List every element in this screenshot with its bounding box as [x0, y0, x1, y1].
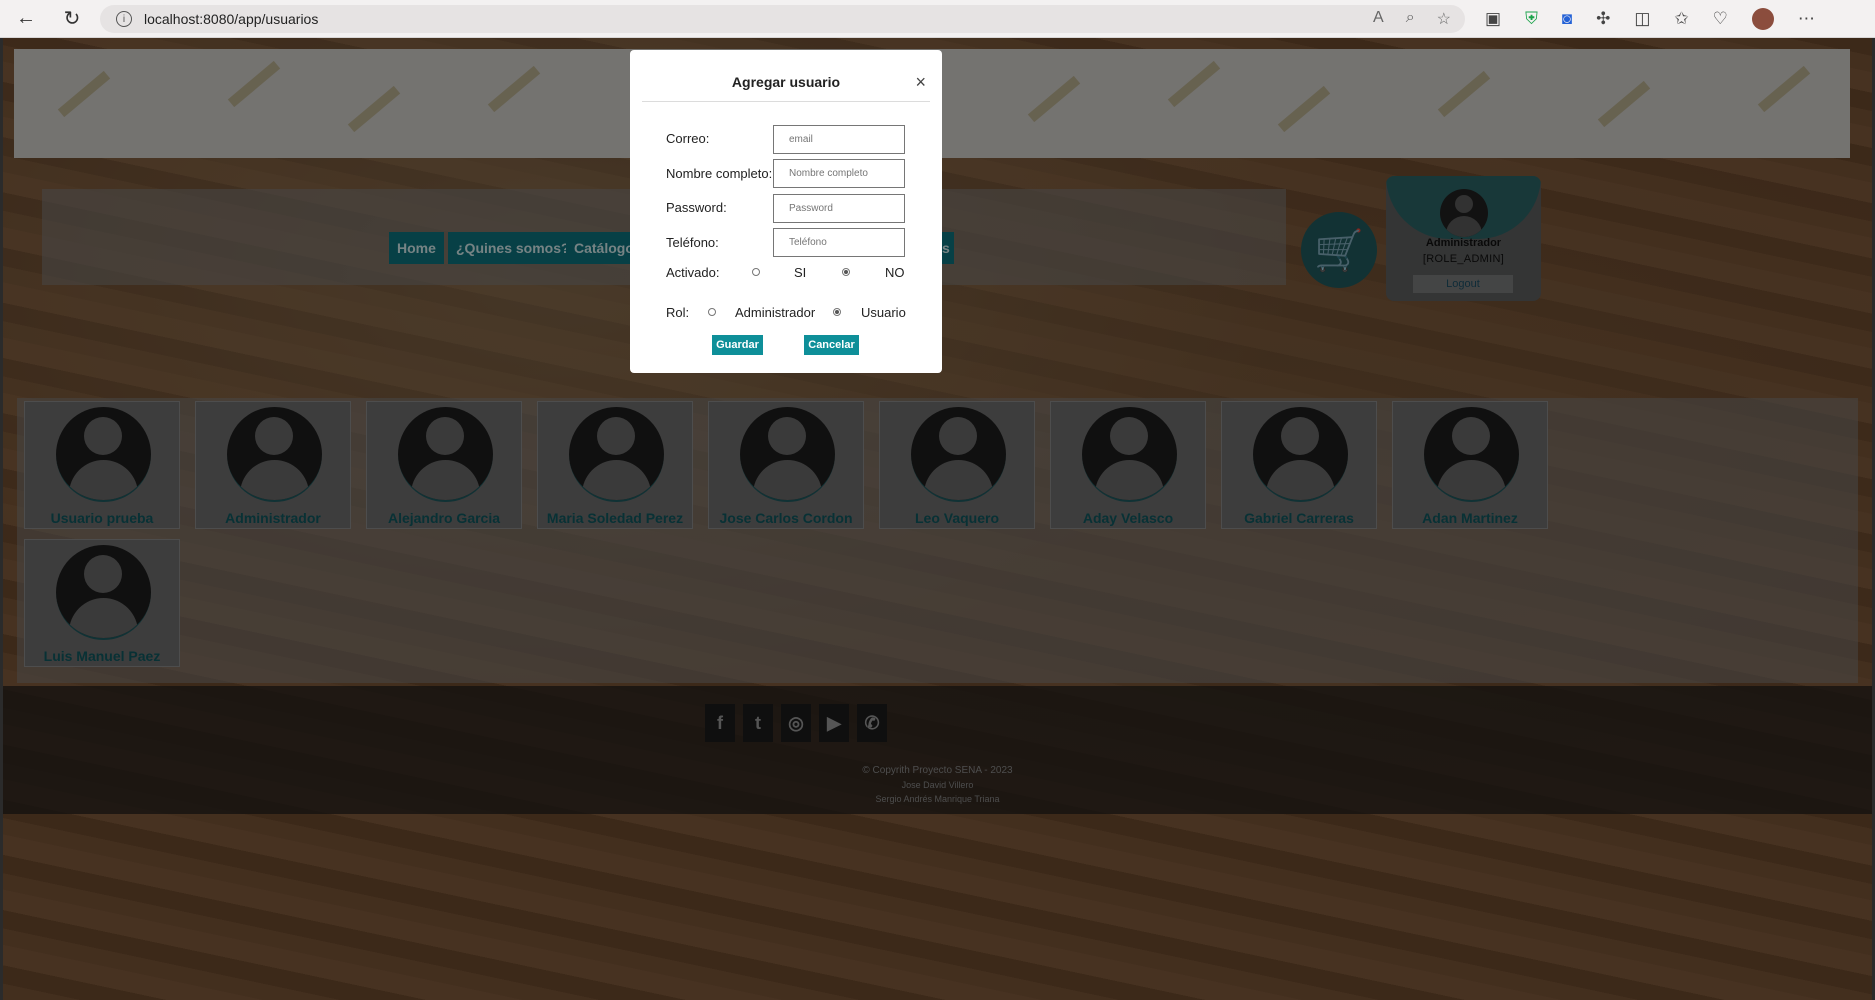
fullname-field[interactable]: [773, 159, 905, 188]
puzzle-icon[interactable]: ✣: [1596, 9, 1610, 29]
favorites-icon[interactable]: ✩: [1674, 9, 1688, 29]
health-icon[interactable]: ♡: [1713, 9, 1728, 29]
activado-si-radio[interactable]: [752, 268, 760, 276]
rol-user-radio[interactable]: [833, 308, 841, 316]
browser-toolbar: ← ↻ i localhost:8080/app/usuarios A ⌕ ☆ …: [0, 0, 1875, 38]
close-icon[interactable]: ×: [915, 72, 926, 93]
modal-title: Agregar usuario: [731, 74, 841, 90]
zoom-icon[interactable]: ⌕: [1406, 9, 1415, 29]
back-icon[interactable]: ←: [14, 7, 38, 31]
rol-user-label: Usuario: [861, 305, 906, 320]
activado-label: Activado:: [666, 265, 720, 280]
fullname-label: Nombre completo:: [666, 166, 773, 181]
add-user-modal: Agregar usuario × Correo: Nombre complet…: [630, 50, 942, 373]
email-field[interactable]: [773, 125, 905, 154]
reload-icon[interactable]: ↻: [60, 7, 84, 31]
phone-field[interactable]: [773, 228, 905, 257]
collections-icon[interactable]: ▣: [1485, 9, 1501, 29]
address-bar[interactable]: i localhost:8080/app/usuarios A ⌕ ☆: [100, 5, 1465, 33]
divider: [642, 101, 930, 102]
save-button[interactable]: Guardar: [712, 335, 763, 355]
shield-icon[interactable]: ⛨: [1525, 9, 1538, 29]
read-aloud-icon[interactable]: A: [1373, 9, 1384, 29]
activado-si-label: SI: [794, 265, 807, 280]
phone-label: Teléfono:: [666, 235, 719, 250]
profile-icon[interactable]: [1751, 8, 1774, 30]
url-text: localhost:8080/app/usuarios: [144, 11, 319, 27]
password-label: Password:: [666, 200, 727, 215]
split-icon[interactable]: ◫: [1634, 9, 1650, 29]
cancel-button[interactable]: Cancelar: [804, 335, 859, 355]
password-field[interactable]: [773, 194, 905, 223]
extension-icon[interactable]: ◙: [1562, 9, 1572, 29]
rol-label: Rol:: [666, 305, 690, 320]
rol-admin-radio[interactable]: [708, 308, 716, 316]
rol-admin-label: Administrador: [735, 305, 816, 320]
activado-no-radio[interactable]: [842, 268, 850, 276]
favorite-icon[interactable]: ☆: [1437, 9, 1451, 29]
info-icon[interactable]: i: [116, 11, 132, 27]
more-icon[interactable]: ⋯: [1798, 9, 1815, 29]
activado-no-label: NO: [885, 265, 905, 280]
email-label: Correo:: [666, 131, 710, 146]
